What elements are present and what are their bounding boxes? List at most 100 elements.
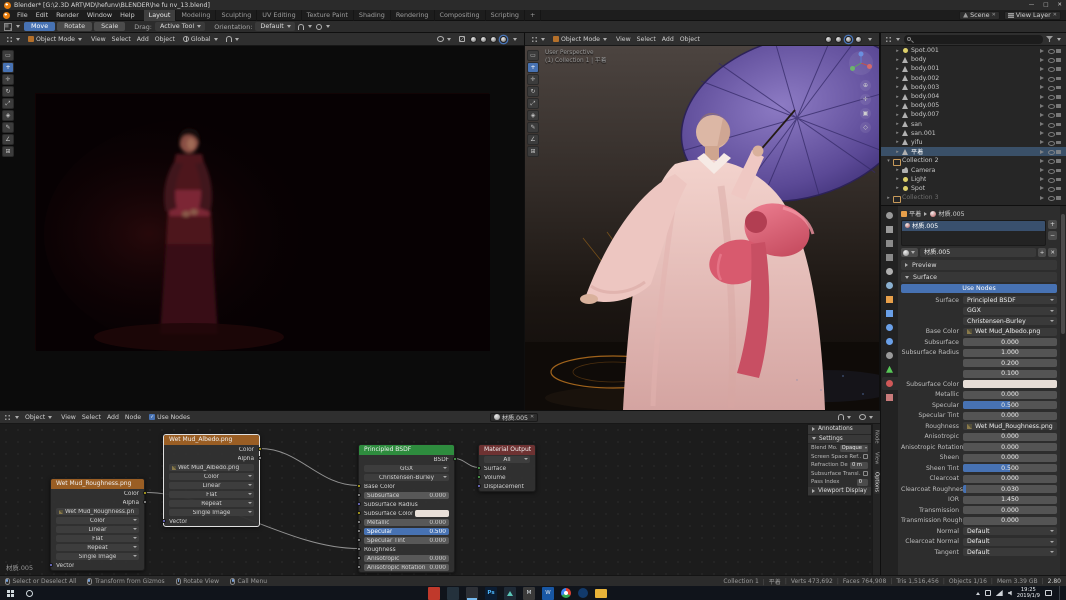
snap-icon[interactable] — [297, 23, 304, 30]
properties-tab[interactable] — [882, 237, 898, 250]
object-name[interactable]: Collection 2 — [902, 157, 939, 164]
header-menu[interactable]: Select — [109, 36, 134, 43]
taskbar-app-icon[interactable]: M — [523, 586, 535, 600]
outliner-row[interactable]: ▸ Spot.001 — [881, 46, 1066, 55]
node-row[interactable]: Christensen-Burley Christensen-Burley — [359, 473, 454, 482]
node-row[interactable]: Base Color Base Color — [356, 482, 454, 491]
node-socket[interactable] — [356, 484, 361, 488]
tool-button[interactable]: + — [527, 62, 539, 73]
selectable-toggle-icon[interactable] — [1039, 176, 1045, 182]
taskbar-app-icon[interactable] — [447, 586, 459, 600]
snap-toggle[interactable] — [224, 34, 242, 44]
properties-tab[interactable] — [882, 223, 898, 236]
tool-button[interactable]: ▭ — [527, 50, 539, 61]
node-socket[interactable] — [476, 475, 481, 479]
object-name[interactable]: Camera — [911, 167, 935, 174]
selectable-toggle-icon[interactable] — [1039, 48, 1045, 54]
clear-view-layer-icon[interactable]: ✕ — [1053, 12, 1057, 18]
transform-button[interactable]: Rotate — [57, 22, 93, 31]
expand-icon[interactable]: ▸ — [894, 112, 901, 118]
node-widget[interactable]: All — [484, 456, 530, 463]
principled-bsdf-node[interactable]: Principled BSDF BSDF BSDF GGX — [356, 444, 457, 573]
breadcrumb-object[interactable]: 平着 — [909, 209, 921, 218]
outliner-row[interactable]: ▾ Collection 2 — [881, 156, 1066, 166]
outliner-row[interactable]: ▸ body — [881, 55, 1066, 64]
cortana-search-icon[interactable] — [26, 589, 33, 597]
object-name[interactable]: san — [911, 121, 922, 128]
menu-item[interactable]: Edit — [32, 11, 52, 19]
selectable-toggle-icon[interactable] — [1039, 139, 1045, 145]
hide-toggle-icon[interactable] — [1047, 75, 1055, 82]
selectable-toggle-icon[interactable] — [1039, 167, 1045, 173]
header-menu[interactable]: Node — [122, 414, 144, 421]
properties-tab[interactable] — [882, 209, 898, 222]
selectable-toggle-icon[interactable] — [1039, 130, 1045, 136]
perspective-toggle-icon[interactable]: ◇ — [860, 122, 871, 133]
viewport-canvas[interactable]: ▭ + ✛ ↻ ⤢ ◈ ✎ ∠ ⊞ User Perspective (1) Collectio… — [525, 46, 879, 410]
volume-icon[interactable] — [1007, 590, 1012, 596]
view-layer-selector[interactable]: View Layer ✕ — [1003, 10, 1061, 20]
filter-icon[interactable] — [1046, 36, 1053, 42]
node-socket[interactable] — [476, 484, 481, 488]
menu-item[interactable]: Window — [83, 11, 116, 19]
property-widget[interactable]: Wet Mud_Roughness.png — [963, 422, 1057, 431]
taskbar-app-icon[interactable]: Ps — [485, 586, 497, 600]
outliner-row[interactable]: ▸ Camera — [881, 165, 1066, 174]
properties-tab[interactable] — [882, 265, 898, 278]
property-widget[interactable]: 0.100 — [963, 369, 1057, 378]
node-socket[interactable] — [356, 502, 361, 506]
node-widget[interactable]: Anisotropic Rotation 0.000 — [364, 564, 449, 571]
shading-material-icon[interactable] — [490, 35, 497, 43]
setting-widget[interactable]: Opaque — [839, 445, 868, 452]
object-name[interactable]: san.001 — [911, 130, 936, 137]
tool-button[interactable]: ◈ — [2, 110, 14, 121]
menu-item[interactable]: Help — [116, 11, 139, 19]
expand-icon[interactable]: ▸ — [894, 185, 901, 191]
mode-selector[interactable]: Object Mode — [551, 34, 610, 44]
render-visibility-toggle-icon[interactable] — [1056, 149, 1062, 155]
material-output-node[interactable]: Material Output All All Surface — [476, 444, 536, 492]
use-nodes-checkbox[interactable]: ✓ Use Nodes — [147, 412, 192, 422]
sidebar-tab[interactable]: Node — [874, 428, 880, 446]
image-texture-node-roughness[interactable]: Wet Mud_Roughness.png Color Color Alpha — [48, 478, 147, 571]
object-name[interactable]: 平着 — [911, 147, 923, 156]
node-socket[interactable] — [356, 529, 361, 533]
unlink-icon[interactable]: ✕ — [530, 414, 534, 420]
outliner-row[interactable]: ▸ san.001 — [881, 129, 1066, 138]
expand-icon[interactable]: ▸ — [894, 167, 901, 173]
property-widget[interactable]: 1.450 — [963, 495, 1057, 504]
render-visibility-toggle-icon[interactable] — [1056, 57, 1062, 63]
render-visibility-toggle-icon[interactable] — [1056, 176, 1062, 182]
outliner-row[interactable]: ▸ body.004 — [881, 92, 1066, 101]
property-widget[interactable]: Default — [963, 527, 1057, 536]
property-widget[interactable]: 0.500 — [963, 464, 1057, 473]
node-row[interactable]: BSDF BSDF — [359, 455, 457, 464]
tool-button[interactable]: ∠ — [527, 134, 539, 145]
taskbar-app-icon[interactable]: W — [542, 586, 554, 600]
start-button[interactable] — [0, 589, 20, 597]
node-socket[interactable] — [356, 520, 361, 524]
scene-selector[interactable]: Scene ✕ — [959, 10, 1000, 20]
node-row[interactable]: Alpha Alpha — [164, 454, 262, 463]
tool-button[interactable]: + — [2, 62, 14, 73]
workspace-tab[interactable]: Layout — [143, 9, 177, 21]
object-name[interactable]: yifu — [911, 139, 922, 146]
workspace-tab[interactable]: + — [525, 9, 542, 21]
render-visibility-toggle-icon[interactable] — [1056, 167, 1062, 173]
node-widget[interactable]: Single Image — [169, 509, 254, 516]
render-visibility-toggle-icon[interactable] — [1056, 130, 1062, 136]
render-visibility-toggle-icon[interactable] — [1056, 112, 1062, 118]
object-name[interactable]: Spot.001 — [911, 47, 939, 54]
node-socket[interactable] — [356, 547, 361, 551]
blender-menu-icon[interactable] — [3, 11, 10, 19]
render-visibility-toggle-icon[interactable] — [1056, 48, 1062, 54]
outliner-row[interactable]: ▸ body.002 — [881, 74, 1066, 83]
node-socket[interactable] — [356, 565, 361, 569]
expand-icon[interactable]: ▸ — [894, 94, 901, 100]
setting-checkbox[interactable] — [863, 454, 868, 460]
surface-section-header[interactable]: Surface — [901, 272, 1057, 282]
node-row[interactable]: Vector Vector — [48, 561, 144, 570]
close-button[interactable]: ✕ — [1057, 2, 1062, 8]
node-row[interactable]: Repeat Repeat — [164, 499, 259, 508]
expand-icon[interactable]: ▸ — [894, 66, 901, 72]
